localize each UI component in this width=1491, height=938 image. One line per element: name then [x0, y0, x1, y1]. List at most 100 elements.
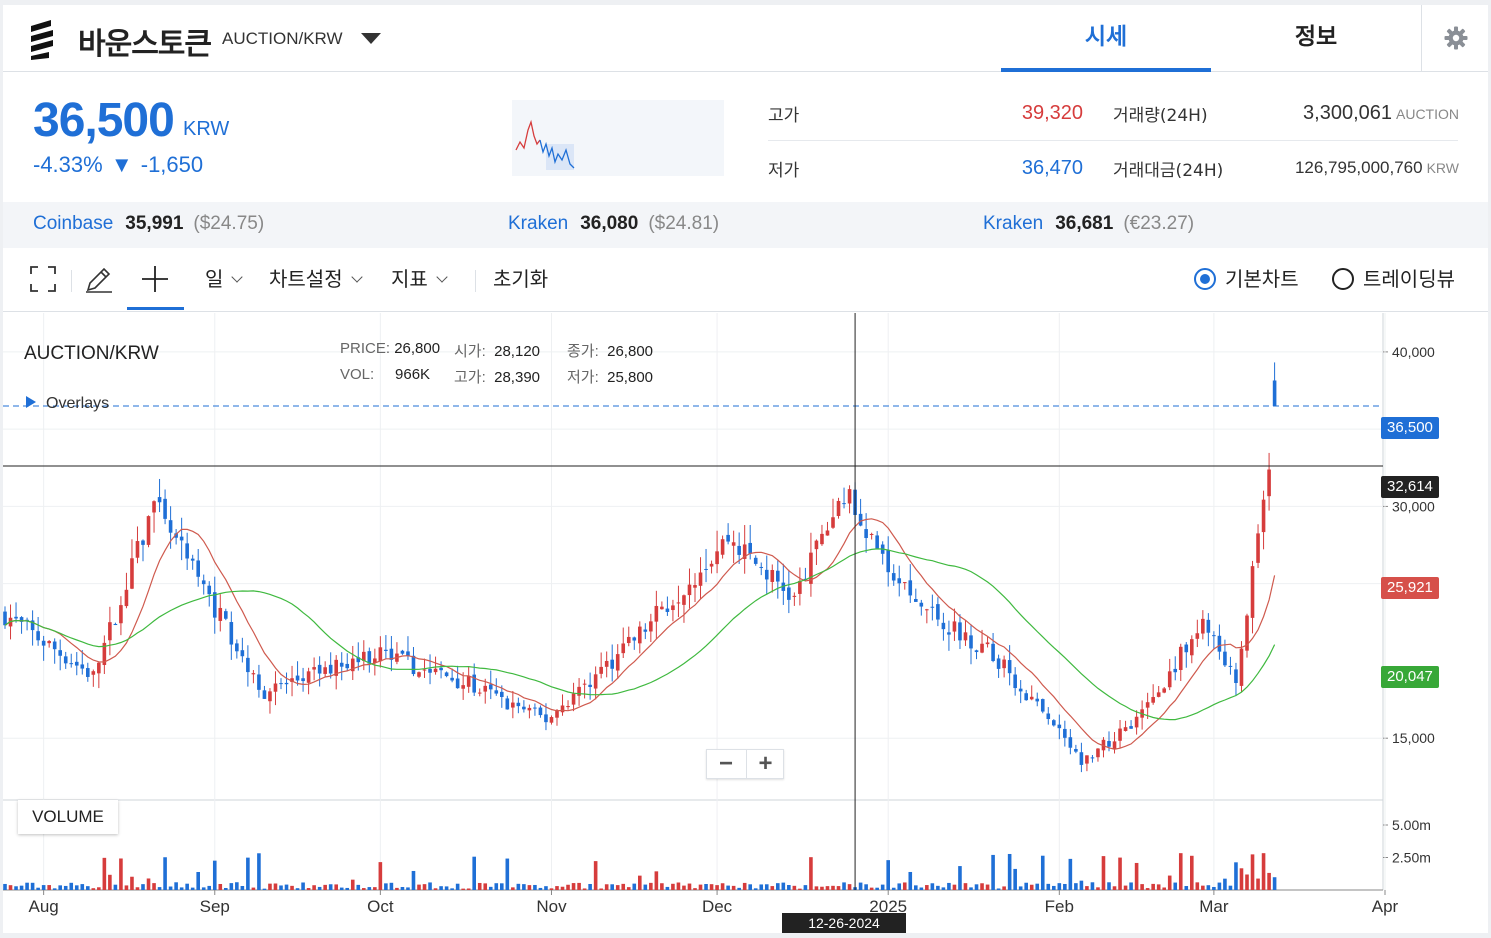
volume-bar: [212, 860, 217, 890]
volume-bar: [246, 857, 250, 890]
volume-bar: [141, 884, 145, 890]
volume-bar: [1206, 885, 1211, 890]
volume-bar: [417, 884, 421, 890]
volume-bar: [461, 888, 465, 890]
chart-settings-menu[interactable]: 차트설정: [269, 248, 363, 310]
volume-bar: [1250, 854, 1255, 890]
volume-axis-label: 2.50m: [1392, 850, 1431, 866]
candle-body: [1201, 618, 1205, 634]
radio-tradingview-label[interactable]: 트레이딩뷰: [1363, 248, 1455, 310]
volume-bar: [207, 885, 212, 890]
crosshair-button[interactable]: [127, 248, 184, 310]
overlays-toggle[interactable]: Overlays: [26, 395, 109, 413]
candle-body: [649, 621, 653, 632]
candle-body: [974, 650, 979, 653]
volume-bar: [1118, 857, 1122, 890]
candle-body: [831, 517, 835, 528]
candle-body: [776, 570, 780, 582]
ohlc-vol: VOL: 966K: [340, 366, 430, 383]
tab-info[interactable]: 정보: [1211, 5, 1421, 72]
draw-button[interactable]: [85, 248, 115, 310]
volume-bar: [985, 884, 990, 890]
volume-bar: [588, 883, 592, 890]
chart-area[interactable]: 40,00035,00030,00025,00015,0005.00m2.50m…: [3, 313, 1488, 933]
volume-bar: [1074, 883, 1078, 890]
volume-bar: [1173, 882, 1178, 890]
volume-bar: [505, 858, 510, 890]
pair-label[interactable]: AUCTION/KRW: [222, 29, 343, 49]
zoom-out-button[interactable]: −: [707, 750, 745, 778]
volume-bar: [36, 887, 40, 890]
exchange-price: 36,080: [580, 213, 639, 234]
time-axis-label: Aug: [29, 897, 59, 916]
settings-button[interactable]: [1421, 5, 1488, 72]
candle-body: [1129, 726, 1133, 729]
ohlc-value: 28,390: [494, 369, 541, 386]
candle-body: [792, 595, 797, 597]
volume-bar: [897, 883, 902, 890]
volume-bar: [930, 883, 935, 890]
volume-bar: [179, 887, 184, 890]
exchange-name: Coinbase: [33, 213, 114, 234]
reset-button[interactable]: 초기화: [493, 248, 548, 310]
candle-body: [886, 550, 890, 573]
candle-body: [207, 585, 212, 595]
candle-body: [406, 651, 410, 656]
volume-bar: [533, 884, 537, 890]
candle-body: [1013, 674, 1017, 689]
pair-dropdown-icon[interactable]: [361, 33, 381, 44]
volume-bar: [306, 888, 311, 890]
volume-bar: [444, 886, 449, 890]
volume-bar: [174, 882, 178, 890]
fullscreen-button[interactable]: [30, 248, 56, 310]
volume-bar: [1029, 884, 1034, 890]
volume-bar: [880, 884, 885, 890]
candle-body: [864, 529, 868, 539]
exchange-item[interactable]: Coinbase 35,991 ($24.75): [33, 213, 264, 235]
candle-body: [1123, 727, 1128, 731]
candle-body: [301, 678, 305, 682]
volume-bar: [52, 888, 57, 890]
volume-bar: [1256, 878, 1260, 890]
exchange-item[interactable]: Kraken 36,080 ($24.81): [508, 213, 719, 235]
candle-body: [179, 536, 184, 541]
ma-short-tag: 25,921: [1381, 577, 1439, 599]
volume-bar: [14, 886, 18, 890]
volume-bar: [593, 861, 598, 890]
radio-tradingview[interactable]: [1332, 268, 1354, 290]
time-axis-label: Oct: [367, 897, 394, 916]
chart-canvas[interactable]: 40,00035,00030,00025,00015,0005.00m2.50m…: [3, 313, 1488, 933]
candle-body: [201, 580, 206, 585]
radio-basic-label[interactable]: 기본차트: [1225, 248, 1299, 310]
candle-body: [621, 643, 626, 654]
volume-bar: [1007, 853, 1012, 890]
volume-bar: [63, 885, 68, 890]
volume-bar: [312, 885, 316, 890]
candle-body: [985, 642, 990, 645]
indicators-menu[interactable]: 지표: [391, 248, 448, 310]
exchange-price: 35,991: [125, 213, 184, 234]
volume-bar: [665, 886, 670, 890]
radio-basic-chart[interactable]: [1194, 268, 1216, 290]
candle-body: [74, 661, 79, 666]
volume-bar: [47, 885, 51, 890]
candle-body: [842, 503, 846, 505]
ohlc-value: 28,120: [494, 343, 541, 360]
volume-bar: [74, 885, 79, 890]
volume-bar: [1156, 884, 1161, 890]
volume-bar: [1040, 855, 1045, 890]
candle-body: [428, 668, 432, 673]
tab-quote[interactable]: 시세: [1001, 5, 1211, 72]
exchange-item[interactable]: Kraken 36,681 (€23.27): [983, 213, 1194, 235]
zoom-in-button[interactable]: +: [746, 750, 784, 778]
candle-body: [63, 656, 68, 664]
candle-body: [1272, 380, 1277, 406]
volume-bar: [1212, 886, 1216, 890]
candle-body: [566, 706, 570, 708]
volume-bar: [218, 883, 223, 890]
volume-bar: [638, 875, 642, 890]
period-select[interactable]: 일: [205, 248, 244, 310]
candle-body: [3, 611, 7, 626]
volume-bar: [511, 887, 515, 890]
volume-bar: [268, 883, 272, 890]
